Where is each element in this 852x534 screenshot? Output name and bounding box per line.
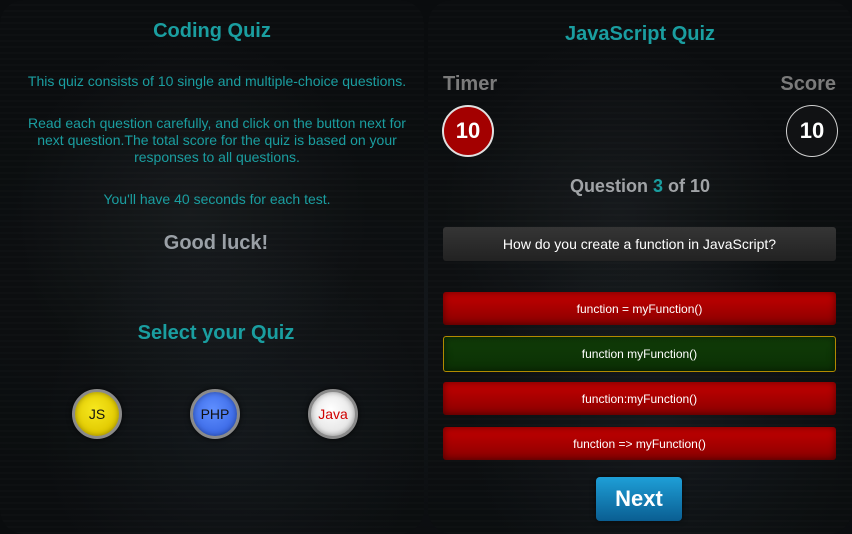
instructions-text: Read each question carefully, and click … bbox=[28, 115, 406, 165]
good-luck-text: Good luck! bbox=[163, 232, 269, 254]
progress-of: of bbox=[668, 176, 685, 196]
progress-current: 3 bbox=[652, 176, 663, 196]
intro-text: This quiz consists of 10 single and mult… bbox=[27, 73, 407, 89]
intro-panel: Coding Quiz This quiz consists of 10 sin… bbox=[0, 0, 424, 534]
next-button[interactable]: Next bbox=[596, 477, 682, 521]
app-stage: Coding Quiz This quiz consists of 10 sin… bbox=[0, 0, 852, 534]
score-label: Score bbox=[780, 73, 836, 95]
score-value: 10 bbox=[786, 105, 838, 157]
question-progress: Question 3 of 10 bbox=[428, 176, 852, 197]
quiz-java-button[interactable]: Java bbox=[308, 389, 358, 439]
progress-total: 10 bbox=[690, 176, 711, 196]
quiz-js-button[interactable]: JS bbox=[72, 389, 122, 439]
answer-option-correct[interactable]: function myFunction() bbox=[443, 336, 836, 372]
quiz-panel: JavaScript Quiz Timer Score 10 10 Questi… bbox=[428, 0, 852, 534]
quiz-title: JavaScript Quiz bbox=[564, 23, 716, 45]
select-quiz-heading: Select your Quiz bbox=[137, 322, 295, 344]
question-text: How do you create a function in JavaScri… bbox=[443, 227, 836, 261]
progress-prefix: Question bbox=[569, 176, 648, 196]
time-note: You'll have 40 seconds for each test. bbox=[103, 191, 331, 207]
quiz-php-button[interactable]: PHP bbox=[190, 389, 240, 439]
timer-value: 10 bbox=[442, 105, 494, 157]
answer-option[interactable]: function => myFunction() bbox=[443, 427, 836, 460]
answer-option[interactable]: function:myFunction() bbox=[443, 382, 836, 415]
timer-label: Timer bbox=[443, 73, 498, 95]
intro-title: Coding Quiz bbox=[153, 20, 271, 42]
answer-option[interactable]: function = myFunction() bbox=[443, 292, 836, 325]
